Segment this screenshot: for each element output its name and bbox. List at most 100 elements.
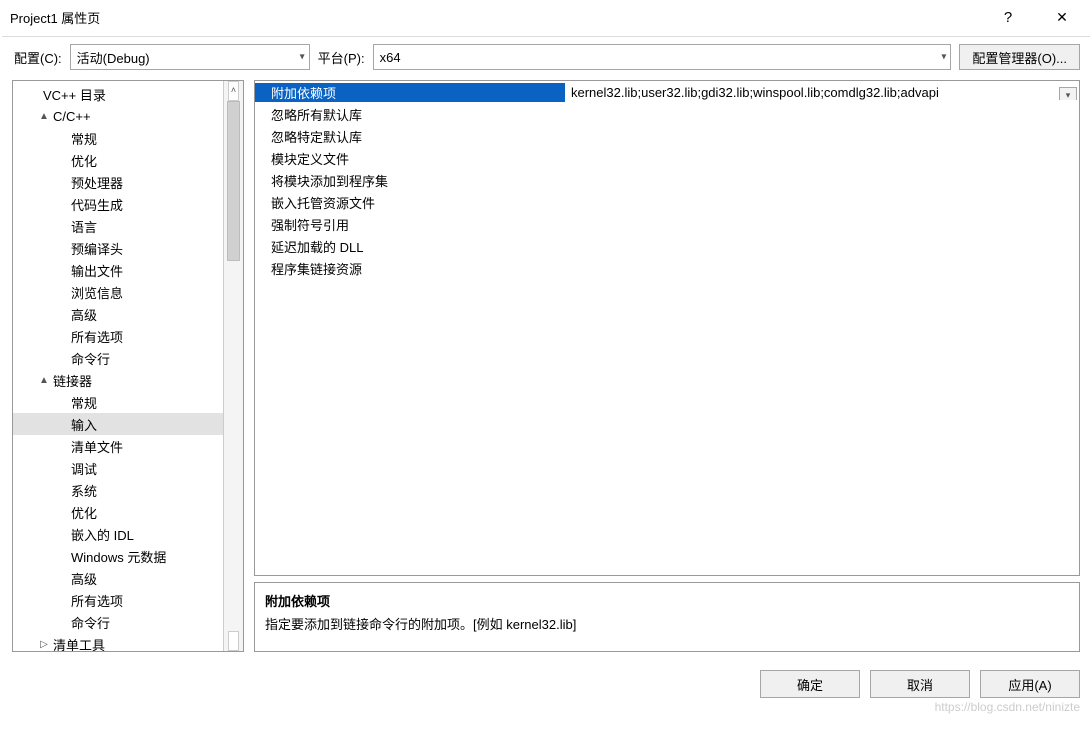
tree-item-label: 链接器	[53, 371, 92, 390]
config-value: 活动(Debug)	[77, 48, 150, 67]
property-row[interactable]: 嵌入托管资源文件	[255, 191, 1079, 213]
ok-button[interactable]: 确定	[760, 670, 860, 698]
property-row[interactable]: 附加依赖项kernel32.lib;user32.lib;gdi32.lib;w…	[255, 81, 1079, 103]
tree-item[interactable]: 常规	[13, 127, 223, 149]
property-label: 忽略所有默认库	[255, 105, 565, 124]
dropdown-button[interactable]: ▾	[1059, 87, 1077, 100]
collapse-icon[interactable]: ▲	[37, 111, 51, 122]
title-controls: ? ✕	[990, 10, 1080, 25]
collapse-icon[interactable]: ▲	[37, 375, 51, 386]
tree-item[interactable]: 清单文件	[13, 435, 223, 457]
property-label: 程序集链接资源	[255, 259, 565, 278]
tree-item-label: 浏览信息	[71, 283, 123, 302]
tree-item-label: 系统	[71, 481, 97, 500]
window-title: Project1 属性页	[10, 8, 100, 27]
tree-item[interactable]: 高级	[13, 303, 223, 325]
tree-item[interactable]: 所有选项	[13, 325, 223, 347]
tree-item[interactable]: 所有选项	[13, 589, 223, 611]
right-panel: 附加依赖项kernel32.lib;user32.lib;gdi32.lib;w…	[254, 80, 1080, 652]
chevron-down-icon: ▾	[300, 52, 305, 63]
chevron-down-icon: ▾	[941, 52, 946, 63]
scrollbar-thumb[interactable]	[227, 101, 240, 261]
tree-item-label: C/C++	[53, 109, 91, 124]
config-combo[interactable]: 活动(Debug) ▾	[70, 44, 310, 70]
property-label: 强制符号引用	[255, 215, 565, 234]
tree-scroll[interactable]: VC++ 目录▲C/C++常规优化预处理器代码生成语言预编译头输出文件浏览信息高…	[13, 81, 223, 651]
tree-item-label: 所有选项	[71, 591, 123, 610]
platform-value: x64	[380, 50, 401, 65]
config-manager-button[interactable]: 配置管理器(O)...	[959, 44, 1080, 70]
property-label: 忽略特定默认库	[255, 127, 565, 146]
tree-item-label: 高级	[71, 569, 97, 588]
tree-item[interactable]: 优化	[13, 149, 223, 171]
property-row[interactable]: 模块定义文件	[255, 147, 1079, 169]
tree-item[interactable]: 命令行	[13, 611, 223, 633]
tree-item[interactable]: 高级	[13, 567, 223, 589]
apply-button[interactable]: 应用(A)	[980, 670, 1080, 698]
platform-label: 平台(P):	[318, 48, 365, 67]
titlebar: Project1 属性页 ? ✕	[0, 0, 1092, 34]
description-title: 附加依赖项	[265, 591, 1069, 610]
tree-item[interactable]: 命令行	[13, 347, 223, 369]
property-row[interactable]: 延迟加载的 DLL	[255, 235, 1079, 257]
tree-item[interactable]: 预处理器	[13, 171, 223, 193]
help-button[interactable]: ?	[990, 10, 1026, 25]
config-row: 配置(C): 活动(Debug) ▾ 平台(P): x64 ▾ 配置管理器(O)…	[0, 34, 1092, 80]
property-label: 将模块添加到程序集	[255, 171, 565, 190]
tree-item-label: 常规	[71, 393, 97, 412]
tree-item-label: 输出文件	[71, 261, 123, 280]
tree-item[interactable]: 浏览信息	[13, 281, 223, 303]
property-label: 延迟加载的 DLL	[255, 237, 565, 256]
tree-item-label: 优化	[71, 503, 97, 522]
tree-item[interactable]: ▷清单工具	[13, 633, 223, 651]
tree-scrollbar[interactable]: ˄ ˅	[223, 81, 243, 651]
tree-item[interactable]: 代码生成	[13, 193, 223, 215]
property-label: 模块定义文件	[255, 149, 565, 168]
tree-item[interactable]: 输出文件	[13, 259, 223, 281]
tree-item-label: 预编译头	[71, 239, 123, 258]
tree-item-label: 优化	[71, 151, 97, 170]
tree-item-label: 代码生成	[71, 195, 123, 214]
tree-item[interactable]: VC++ 目录	[13, 83, 223, 105]
tree-item[interactable]: 语言	[13, 215, 223, 237]
property-value[interactable]: kernel32.lib;user32.lib;gdi32.lib;winspo…	[565, 85, 1079, 100]
tree-item[interactable]: 调试	[13, 457, 223, 479]
cancel-button[interactable]: 取消	[870, 670, 970, 698]
property-row[interactable]: 忽略所有默认库	[255, 103, 1079, 125]
tree-item[interactable]: ▲链接器	[13, 369, 223, 391]
config-label: 配置(C):	[14, 48, 62, 67]
tree-item[interactable]: 系统	[13, 479, 223, 501]
property-row[interactable]: 程序集链接资源	[255, 257, 1079, 279]
scrollbar-down-button[interactable]: ˅	[224, 633, 243, 651]
bottom-row: 确定 取消 应用(A)	[0, 660, 1092, 698]
scrollbar-up-button[interactable]: ˄	[224, 81, 243, 99]
tree-item-label: 命令行	[71, 349, 110, 368]
watermark: https://blog.csdn.net/ninizte	[935, 700, 1080, 714]
tree-item-label: 清单工具	[53, 635, 105, 652]
tree-item-label: 输入	[71, 415, 97, 434]
platform-combo[interactable]: x64 ▾	[373, 44, 952, 70]
tree-item-label: VC++ 目录	[43, 85, 106, 104]
expand-icon[interactable]: ▷	[37, 639, 51, 650]
property-grid[interactable]: 附加依赖项kernel32.lib;user32.lib;gdi32.lib;w…	[254, 80, 1080, 576]
property-row[interactable]: 忽略特定默认库	[255, 125, 1079, 147]
tree-item[interactable]: 预编译头	[13, 237, 223, 259]
tree-item-label: 命令行	[71, 613, 110, 632]
tree-item-label: 高级	[71, 305, 97, 324]
tree-item[interactable]: 优化	[13, 501, 223, 523]
tree-item[interactable]: 嵌入的 IDL	[13, 523, 223, 545]
tree-panel: VC++ 目录▲C/C++常规优化预处理器代码生成语言预编译头输出文件浏览信息高…	[12, 80, 244, 652]
property-row[interactable]: 将模块添加到程序集	[255, 169, 1079, 191]
property-label: 附加依赖项	[255, 83, 565, 102]
tree-item[interactable]: 常规	[13, 391, 223, 413]
property-row[interactable]: 强制符号引用	[255, 213, 1079, 235]
tree-item[interactable]: ▲C/C++	[13, 105, 223, 127]
tree-item[interactable]: 输入	[13, 413, 223, 435]
property-label: 嵌入托管资源文件	[255, 193, 565, 212]
tree-item-label: 嵌入的 IDL	[71, 525, 134, 544]
tree-item-label: 调试	[71, 459, 97, 478]
close-button[interactable]: ✕	[1044, 10, 1080, 25]
description-text: 指定要添加到链接命令行的附加项。[例如 kernel32.lib]	[265, 614, 1069, 633]
tree-item-label: 常规	[71, 129, 97, 148]
tree-item[interactable]: Windows 元数据	[13, 545, 223, 567]
